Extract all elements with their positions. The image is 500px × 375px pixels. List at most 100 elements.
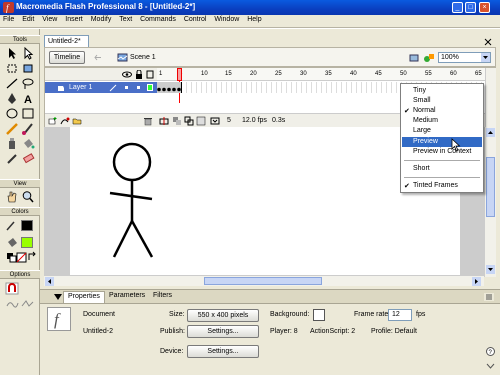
stage-horizontal-scrollbar[interactable] [44, 275, 484, 286]
pencil-tool-icon[interactable] [5, 122, 19, 135]
panel-menu-icon[interactable] [484, 293, 494, 301]
add-motion-guide-icon[interactable] [60, 116, 70, 126]
device-settings-button[interactable]: Settings... [187, 345, 259, 358]
help-icon[interactable]: ? [486, 347, 495, 356]
close-document-icon[interactable] [483, 37, 493, 46]
menu-control[interactable]: Control [181, 15, 210, 24]
smooth-option-icon[interactable] [5, 297, 19, 310]
menu-item-short[interactable]: Short [402, 164, 482, 174]
vscroll-thumb[interactable] [486, 157, 495, 217]
menu-item-preview-in-context[interactable]: Preview in Context [402, 147, 482, 157]
stage-vertical-scrollbar[interactable] [484, 127, 496, 277]
menu-item-medium[interactable]: Medium [402, 116, 482, 126]
menu-item-tiny[interactable]: Tiny [402, 86, 482, 96]
tab-properties[interactable]: Properties [63, 291, 105, 303]
menu-view[interactable]: View [39, 15, 60, 24]
onion-skin-outlines-icon[interactable] [184, 116, 194, 126]
fill-color-icon[interactable] [5, 236, 19, 249]
menu-item-tinted-frames[interactable]: Tinted Frames [402, 181, 482, 191]
insert-layer-icon[interactable] [48, 116, 58, 126]
scroll-left-icon[interactable] [45, 277, 54, 286]
tab-parameters[interactable]: Parameters [105, 291, 149, 303]
menu-text[interactable]: Text [116, 15, 135, 24]
eye-icon[interactable] [122, 70, 132, 79]
onion-skin-icon[interactable] [172, 116, 182, 126]
edit-multiple-frames-icon[interactable] [196, 116, 206, 126]
subselect-tool-icon[interactable] [21, 47, 35, 60]
visibility-dot[interactable] [125, 86, 128, 89]
eraser-tool-icon[interactable] [21, 152, 35, 165]
svg-text:A: A [24, 94, 32, 105]
expand-panel-icon[interactable] [486, 361, 495, 370]
collapse-triangle-icon[interactable] [54, 294, 62, 301]
timeline-toggle-button[interactable]: Timeline [49, 51, 85, 64]
free-transform-tool-icon[interactable] [5, 62, 19, 75]
menu-help[interactable]: Help [244, 15, 264, 24]
oval-tool-icon[interactable] [5, 107, 19, 120]
text-tool-icon[interactable]: A [21, 92, 35, 105]
menu-item-normal[interactable]: Normal [402, 106, 482, 116]
gradient-transform-tool-icon[interactable] [21, 62, 35, 75]
swap-colors-icon[interactable] [26, 251, 40, 264]
paint-bucket-tool-icon[interactable] [21, 137, 35, 150]
menu-item-large[interactable]: Large [402, 126, 482, 136]
layer-row[interactable]: Layer 1 [45, 82, 157, 93]
eyedropper-tool-icon[interactable] [5, 152, 19, 165]
hand-tool-icon[interactable] [5, 190, 19, 203]
scroll-down-icon[interactable] [486, 265, 495, 274]
lock-dot[interactable] [137, 86, 140, 89]
snap-magnet-icon[interactable] [5, 282, 19, 295]
menu-edit[interactable]: Edit [19, 15, 37, 24]
lasso-tool-icon[interactable] [21, 77, 35, 90]
menu-window[interactable]: Window [211, 15, 242, 24]
background-color-swatch[interactable] [313, 309, 325, 321]
rectangle-tool-icon[interactable] [21, 107, 35, 120]
stroke-color-icon[interactable] [5, 219, 19, 232]
stroke-color-swatch[interactable] [21, 220, 33, 231]
brush-tool-icon[interactable] [21, 122, 35, 135]
lock-icon[interactable] [135, 70, 143, 79]
checkmark-icon: ✔ [404, 183, 410, 190]
center-frame-icon[interactable] [159, 116, 169, 126]
close-button[interactable]: × [479, 2, 490, 13]
menu-commands[interactable]: Commands [137, 15, 179, 24]
menu-file[interactable]: File [0, 15, 17, 24]
hscroll-thumb[interactable] [204, 277, 322, 285]
minimize-button[interactable]: _ [452, 2, 463, 13]
zoom-tool-icon[interactable] [21, 190, 35, 203]
menu-item-small[interactable]: Small [402, 96, 482, 106]
straighten-option-icon[interactable] [20, 297, 34, 310]
pen-tool-icon[interactable] [5, 92, 19, 105]
maximize-button[interactable]: □ [465, 2, 476, 13]
svg-text:f: f [54, 310, 61, 329]
outline-icon[interactable] [146, 70, 154, 79]
insert-folder-icon[interactable] [72, 116, 82, 126]
menu-insert[interactable]: Insert [62, 15, 86, 24]
line-tool-icon[interactable] [5, 77, 19, 90]
arrow-tool-icon[interactable] [5, 47, 19, 60]
keyframe-dots [157, 87, 181, 92]
document-tab[interactable]: Untitled-2* [44, 35, 89, 47]
trash-icon[interactable] [143, 116, 153, 126]
edit-scene-icon[interactable] [408, 52, 420, 64]
frame-number: 1 [159, 71, 163, 77]
publish-settings-button[interactable]: Settings... [187, 325, 259, 338]
back-arrow-icon[interactable] [93, 53, 103, 62]
menu-modify[interactable]: Modify [88, 15, 115, 24]
zoom-select[interactable]: 100% [438, 52, 491, 63]
frame-ruler[interactable]: 1 5 10 15 20 25 30 35 40 45 50 55 60 65 [157, 68, 485, 81]
frame-number: 25 [275, 71, 282, 77]
outline-color-box[interactable] [147, 84, 153, 91]
scroll-right-icon[interactable] [472, 277, 481, 286]
ink-bottle-tool-icon[interactable] [5, 137, 19, 150]
modify-onion-markers-icon[interactable] [210, 116, 220, 126]
frame-rate-input[interactable]: 12 [388, 309, 412, 321]
size-button[interactable]: 550 x 400 pixels [187, 309, 259, 322]
fill-color-swatch[interactable] [21, 237, 33, 248]
playhead[interactable] [177, 68, 182, 81]
edit-symbols-icon[interactable] [423, 52, 435, 64]
scroll-up-icon[interactable] [486, 128, 495, 137]
tab-filters[interactable]: Filters [149, 291, 176, 303]
menu-item-preview[interactable]: Preview [402, 137, 482, 147]
timeline-vscroll[interactable] [485, 68, 496, 127]
